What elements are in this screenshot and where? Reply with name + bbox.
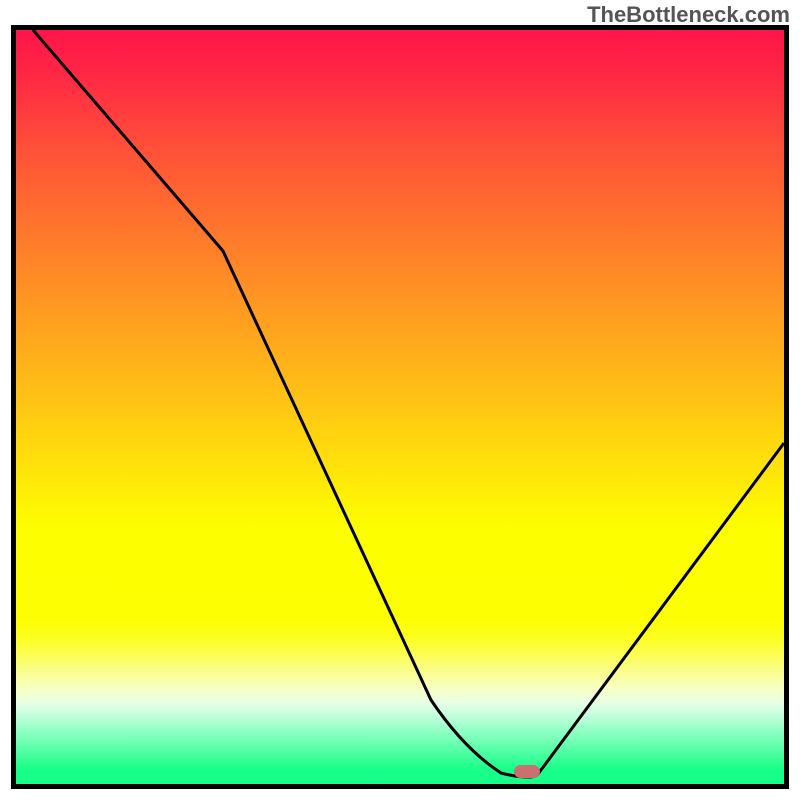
curve-svg bbox=[16, 30, 784, 784]
optimal-marker bbox=[514, 765, 540, 778]
plot-area bbox=[11, 25, 789, 789]
chart-container: TheBottleneck.com bbox=[0, 0, 800, 800]
watermark-text: TheBottleneck.com bbox=[587, 2, 790, 28]
bottleneck-curve bbox=[33, 30, 784, 777]
